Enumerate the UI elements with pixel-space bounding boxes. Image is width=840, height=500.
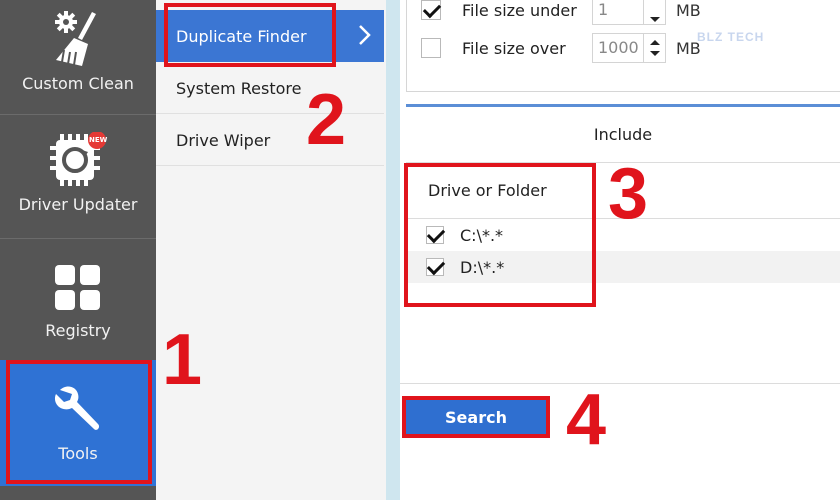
- tools-submenu: Duplicate Finder System Restore Drive Wi…: [156, 0, 386, 500]
- nav-label-custom-clean: Custom Clean: [22, 74, 134, 93]
- submenu-item-drive-wiper[interactable]: Drive Wiper: [156, 114, 384, 166]
- step-number-2: 2: [306, 80, 347, 160]
- submenu-label: Drive Wiper: [176, 130, 271, 150]
- nav-item-custom-clean[interactable]: Custom Clean: [0, 0, 156, 120]
- nav-item-driver-updater[interactable]: NEW Driver Updater: [0, 118, 156, 238]
- size-over-checkbox[interactable]: [421, 38, 441, 58]
- panel-divider: [386, 0, 400, 500]
- nav-divider: [0, 238, 156, 239]
- step-number-4: 4: [566, 380, 607, 460]
- annotation-box-duplicate-finder: [164, 3, 336, 67]
- chevron-right-icon: [358, 24, 372, 50]
- size-under-checkbox[interactable]: [421, 0, 441, 20]
- new-badge: NEW: [89, 136, 108, 144]
- size-under-value: 1: [598, 0, 609, 19]
- annotation-box-search: [402, 396, 550, 438]
- step-number-1: 1: [162, 320, 203, 400]
- step-number-3: 3: [608, 154, 649, 234]
- size-over-spinner[interactable]: 1000: [592, 33, 666, 63]
- nav-item-registry[interactable]: Registry: [0, 240, 156, 360]
- nav-divider: [0, 114, 156, 115]
- annotation-box-tools: [6, 360, 152, 484]
- watermark-logo: BLZ TECH: [697, 30, 765, 44]
- annotation-box-drive-list: [404, 163, 596, 307]
- size-filters: File size under 1 MB File size over 1000…: [406, 0, 840, 92]
- filter-row-size-under: File size under 1 MB: [407, 0, 701, 25]
- filter-row-size-over: File size over 1000 MB: [407, 33, 701, 63]
- size-over-value: 1000: [598, 38, 639, 57]
- size-under-unit: MB: [676, 0, 701, 20]
- submenu-label: System Restore: [176, 78, 302, 98]
- list-bottom-divider: [400, 383, 840, 384]
- spinner-buttons[interactable]: [643, 0, 665, 24]
- submenu-item-system-restore[interactable]: System Restore: [156, 62, 384, 114]
- size-over-label: File size over: [462, 38, 566, 58]
- spinner-buttons[interactable]: [643, 34, 665, 62]
- nav-label-registry: Registry: [45, 321, 111, 340]
- grid-squares-icon: [55, 265, 101, 316]
- gear-broom-icon: [52, 10, 104, 73]
- nav-label-driver-updater: Driver Updater: [18, 195, 138, 214]
- submenu-divider: [156, 165, 384, 166]
- size-under-spinner[interactable]: 1: [592, 0, 666, 25]
- size-under-label: File size under: [462, 0, 577, 20]
